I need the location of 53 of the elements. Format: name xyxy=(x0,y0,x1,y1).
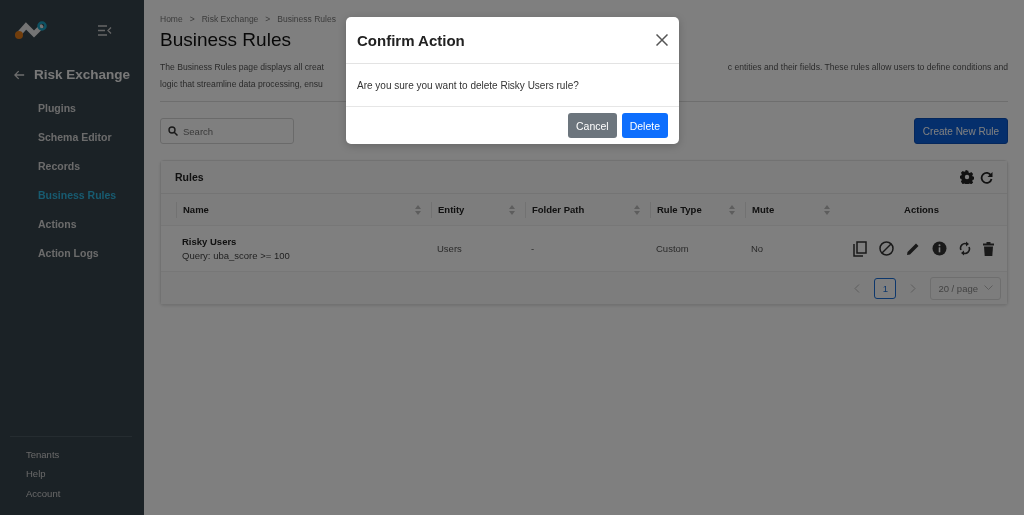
sidebar-item[interactable]: Plugins xyxy=(0,94,144,123)
sidebar-item[interactable]: Actions xyxy=(0,210,144,239)
refresh-icon[interactable] xyxy=(980,170,993,184)
description-text: c entities and their fields. These rules allow users to define conditions and xyxy=(727,61,1008,74)
page-title: Business Rules xyxy=(160,29,291,51)
table-cell: Users xyxy=(437,243,462,254)
search-field[interactable]: Search xyxy=(160,118,294,144)
edit-icon[interactable] xyxy=(906,241,920,256)
column-header[interactable]: Folder Path xyxy=(532,204,585,215)
logo-icon xyxy=(14,21,48,39)
rule-name: Risky Users xyxy=(182,236,238,247)
sidebar-item[interactable]: Records xyxy=(0,152,144,181)
close-icon[interactable] xyxy=(656,34,668,46)
sidebar-footer-link[interactable]: Help xyxy=(10,464,132,484)
table-cell: - xyxy=(531,243,535,254)
sync-icon[interactable] xyxy=(959,241,971,256)
menu-collapse-icon[interactable] xyxy=(98,24,112,36)
column-header[interactable]: Rule Type xyxy=(657,204,702,215)
section-title: Risk Exchange xyxy=(33,67,130,82)
sidebar-item[interactable]: Schema Editor xyxy=(0,123,144,152)
cancel-button[interactable]: Cancel xyxy=(567,113,617,138)
column-header[interactable]: Name xyxy=(183,204,209,215)
info-icon[interactable] xyxy=(932,241,947,256)
rule-query: Query: uba_score >= 100 xyxy=(182,250,291,261)
back-arrow-icon[interactable] xyxy=(14,68,25,81)
settings-icon[interactable] xyxy=(960,170,974,184)
sidebar-item[interactable]: Business Rules xyxy=(0,181,144,210)
copy-icon[interactable] xyxy=(853,240,867,257)
dialog-title: Confirm Action xyxy=(357,31,465,49)
breadcrumb-link[interactable]: Home xyxy=(160,14,183,24)
chevron-down-icon xyxy=(984,285,993,291)
breadcrumb-separator: > xyxy=(265,14,271,24)
breadcrumb-link[interactable]: Business Rules xyxy=(277,14,336,24)
table-cell: No xyxy=(751,243,764,254)
description-text: logic that streamline data processing, ensu xyxy=(160,78,323,91)
column-header[interactable]: Entity xyxy=(438,204,465,215)
description-text: The Business Rules page displays all creat xyxy=(160,61,324,74)
breadcrumb-separator: > xyxy=(189,14,195,24)
table-cell: Custom xyxy=(656,243,689,254)
breadcrumb-link[interactable]: Risk Exchange xyxy=(201,14,259,24)
dialog-message: Are you sure you want to delete Risky Users rule? xyxy=(357,79,579,91)
column-header[interactable]: Actions xyxy=(904,204,939,215)
create-rule-button[interactable]: Create New Rule xyxy=(913,118,1008,144)
block-icon[interactable] xyxy=(879,241,894,256)
sidebar-footer-link[interactable]: Account xyxy=(10,483,132,503)
delete-button[interactable]: Delete xyxy=(621,113,668,138)
page-button[interactable]: 1 xyxy=(874,277,897,299)
card-title: Rules xyxy=(175,171,204,183)
sidebar-item[interactable]: Action Logs xyxy=(0,239,144,268)
sidebar-footer-link[interactable]: Tenants xyxy=(10,444,132,464)
column-header[interactable]: Mute xyxy=(752,204,775,215)
delete-icon[interactable] xyxy=(983,241,994,256)
search-icon xyxy=(168,126,178,136)
